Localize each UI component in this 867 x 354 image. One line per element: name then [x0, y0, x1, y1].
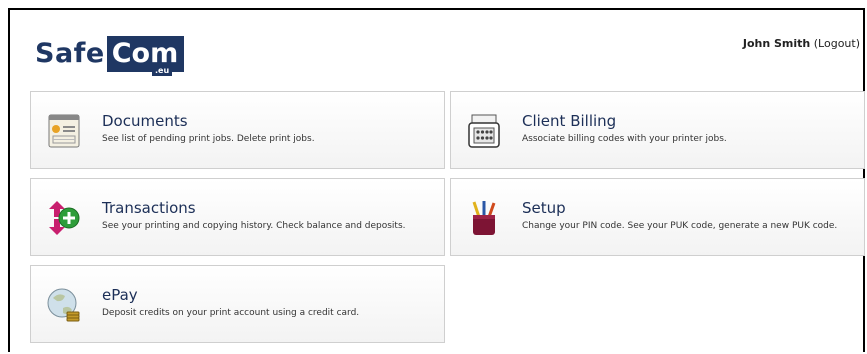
tile-description: Change your PIN code. See your PUK code,… — [522, 221, 838, 231]
tile-title: ePay — [102, 286, 138, 304]
tile-title: Transactions — [102, 199, 196, 217]
transactions-icon — [45, 199, 83, 237]
tile-title: Setup — [522, 199, 566, 217]
tile-title: Client Billing — [522, 112, 617, 130]
pencil-cup-icon — [465, 199, 503, 237]
tile-description: Deposit credits on your print account us… — [102, 308, 360, 318]
tile-description: Associate billing codes with your printe… — [522, 134, 727, 144]
user-area: John Smith (Logout) — [743, 37, 860, 50]
tile-description: See list of pending print jobs. Delete p… — [102, 134, 315, 144]
tile-documents[interactable]: Documents See list of pending print jobs… — [30, 91, 445, 169]
tile-title: Documents — [102, 112, 188, 130]
globe-coins-icon — [45, 286, 83, 324]
safecom-logo: Safe Com .eu — [32, 36, 185, 76]
logo-eu: .eu — [152, 65, 173, 76]
tile-epay[interactable]: ePay Deposit credits on your print accou… — [30, 265, 445, 343]
logo-com: Com — [106, 36, 185, 72]
tile-description: See your printing and copying history. C… — [102, 221, 406, 231]
tile-transactions[interactable]: Transactions See your printing and copyi… — [30, 178, 445, 256]
app-frame: Safe Com .eu John Smith (Logout) Documen… — [8, 8, 865, 352]
logo-safe: Safe — [35, 38, 105, 69]
documents-icon — [45, 112, 83, 150]
tile-setup[interactable]: Setup Change your PIN code. See your PUK… — [450, 178, 865, 256]
logout-link[interactable]: (Logout) — [814, 37, 860, 50]
calculator-icon — [465, 112, 503, 150]
tile-client-billing[interactable]: Client Billing Associate billing codes w… — [450, 91, 865, 169]
user-name: John Smith — [742, 37, 811, 50]
